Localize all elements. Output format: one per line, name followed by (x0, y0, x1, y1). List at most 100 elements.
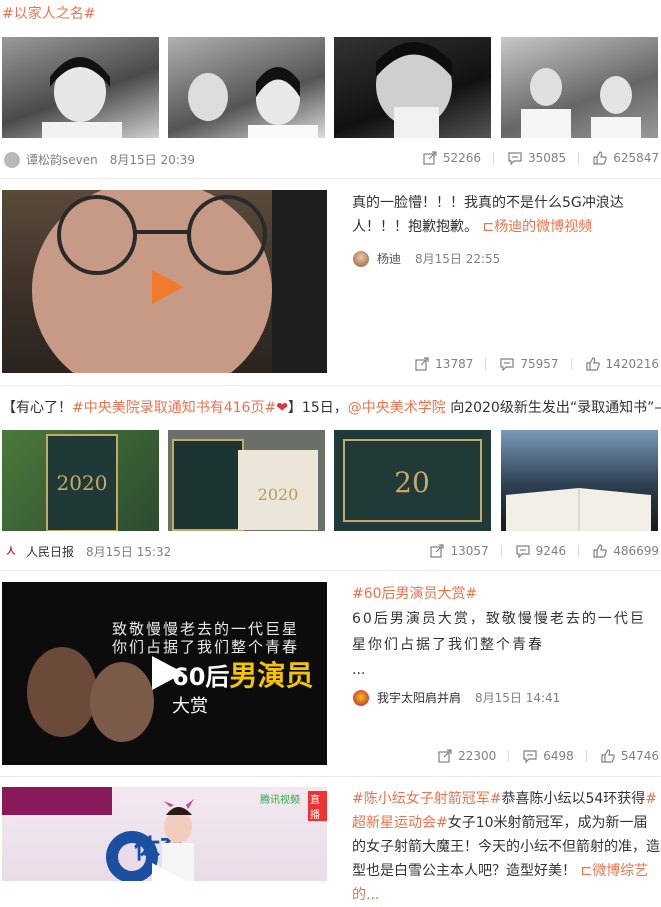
post4-stats: 22300 6498 54746 (424, 749, 659, 763)
post1-image-2[interactable] (168, 37, 325, 138)
post-text: 】15日， (287, 400, 348, 416)
author-name[interactable]: 人民日报 (26, 543, 74, 560)
avatar[interactable] (4, 151, 20, 168)
svg-text:20: 20 (394, 466, 430, 499)
comment-button[interactable]: 9246 (516, 544, 567, 558)
play-icon[interactable] (148, 861, 186, 881)
video-link-label: 杨迪的微博视频 (494, 219, 593, 235)
avatar[interactable]: 人 (2, 545, 20, 558)
post-time[interactable]: 8月15日 22:55 (415, 250, 500, 267)
svg-text:2020: 2020 (258, 485, 299, 504)
topic-link[interactable]: #陈小纭女子射箭冠军# (352, 791, 501, 807)
post-time[interactable]: 8月15日 20:39 (110, 151, 195, 168)
score-board (2, 787, 112, 815)
author-name[interactable]: 谭松韵seven (26, 151, 98, 168)
post5-content: #陈小纭女子射箭冠军#恭喜陈小纭以54环获得#超新星运动会#女子10米射箭冠军，… (352, 787, 660, 907)
thumb-caption: 致敬慢慢老去的一代巨星 你们占据了我们整个青春 (112, 620, 299, 656)
share-count: 22300 (458, 749, 497, 763)
divider (570, 358, 572, 370)
like-count: 486699 (613, 544, 659, 558)
post3-image-1[interactable]: 2020 (2, 430, 159, 531)
post3-image-2[interactable]: 2020 (168, 430, 325, 531)
thumb-title-main: 男演员 (229, 659, 314, 692)
post4-video-thumbnail[interactable]: 致敬慢慢老去的一代巨星 你们占据了我们整个青春 60后男演员 大赏 (2, 582, 327, 765)
couple-image (188, 67, 318, 138)
thumbs-up-icon (593, 544, 607, 558)
post-text: 60后男演员大赏，致敬慢慢老去的一代巨星你们占据了我们整个青春 (352, 611, 646, 653)
share-icon (438, 749, 452, 763)
video-link[interactable]: ⊏杨迪的微博视频 (482, 219, 592, 235)
author-name[interactable]: 我宇太阳肩并肩 (377, 689, 461, 706)
author-name[interactable]: 杨迪 (377, 250, 401, 267)
like-button[interactable]: 625847 (593, 151, 659, 165)
post-time[interactable]: 8月15日 15:32 (86, 543, 171, 560)
like-button[interactable]: 1420216 (585, 357, 659, 371)
post3-image-3[interactable]: 20 (334, 430, 491, 531)
post1-image-3[interactable] (334, 37, 491, 138)
comment-button[interactable]: 75957 (500, 357, 559, 371)
like-count: 54746 (620, 749, 659, 763)
portrait-image (42, 57, 122, 138)
divider (508, 750, 510, 762)
divider (585, 750, 587, 762)
post1-topic[interactable]: #以家人之名# (2, 2, 95, 26)
post3-image-4[interactable] (501, 430, 658, 531)
post5-video-thumbnail[interactable]: 腾讯视频 直播 体育 (2, 787, 327, 881)
comment-icon (523, 750, 537, 763)
post-text: 恭喜陈小纭以54环获得 (501, 791, 646, 807)
post2-author-row: 杨迪 8月15日 22:55 (353, 250, 500, 267)
comment-button[interactable]: 6498 (523, 749, 574, 763)
divider (493, 152, 494, 164)
post-time[interactable]: 8月15日 14:41 (475, 689, 560, 706)
share-button[interactable]: 22300 (438, 749, 496, 763)
share-count: 13057 (450, 544, 489, 558)
play-icon[interactable] (148, 654, 186, 692)
comment-count: 9246 (535, 544, 567, 558)
comment-button[interactable]: 35085 (508, 151, 566, 165)
thumbs-up-icon (593, 151, 607, 165)
post1-image-1[interactable] (2, 37, 159, 138)
closeup-image (376, 42, 452, 138)
mention-link[interactable]: @中央美术学院 (348, 400, 446, 416)
post2-video-thumbnail[interactable] (2, 190, 327, 373)
post1-image-4[interactable] (501, 37, 658, 138)
share-button[interactable]: 52266 (423, 151, 481, 165)
topic-link[interactable]: #中央美院录取通知书有416页# (72, 400, 276, 416)
post2-stats: 13787 75957 1420216 (401, 357, 659, 371)
play-icon[interactable] (148, 268, 186, 306)
share-button[interactable]: 13787 (415, 357, 473, 371)
like-count: 1420216 (605, 357, 659, 371)
divider (0, 570, 661, 571)
thumb-subtitle: 大赏 (172, 696, 208, 717)
video-link-icon: ⊏ (482, 219, 495, 235)
students-image (521, 68, 641, 138)
thumbs-up-icon (585, 357, 600, 371)
post3-author-row: 人 人民日报 8月15日 15:32 (2, 543, 171, 560)
notice-book-image: 20 (343, 439, 482, 522)
like-count: 625847 (613, 151, 659, 165)
video-link-icon: ⊏ (580, 863, 593, 879)
topic-link[interactable]: #60后男演员大赏# (352, 582, 652, 606)
video-brand: 腾讯视频 (260, 795, 300, 806)
share-button[interactable]: 13057 (430, 544, 489, 558)
notice-book-image: 2020 (172, 439, 318, 531)
open-book-image (506, 488, 651, 531)
svg-text:2020: 2020 (57, 471, 108, 495)
thumb-title: 60后男演员 (172, 654, 313, 694)
post3-stats: 13057 9246 486699 (416, 544, 659, 558)
share-count: 52266 (442, 151, 481, 165)
comment-icon (516, 545, 530, 558)
avatar[interactable] (353, 250, 369, 267)
comment-icon (508, 152, 522, 165)
avatar[interactable] (353, 689, 369, 706)
divider (485, 358, 487, 370)
divider (0, 178, 661, 179)
divider (0, 385, 661, 386)
divider (500, 545, 502, 557)
share-count: 13787 (435, 357, 474, 371)
like-button[interactable]: 486699 (593, 544, 659, 558)
comment-count: 6498 (543, 749, 574, 763)
like-button[interactable]: 54746 (601, 749, 659, 763)
topic-link[interactable]: #以家人之名# (2, 6, 95, 22)
post1-author-row: 谭松韵seven 8月15日 20:39 (4, 151, 195, 168)
